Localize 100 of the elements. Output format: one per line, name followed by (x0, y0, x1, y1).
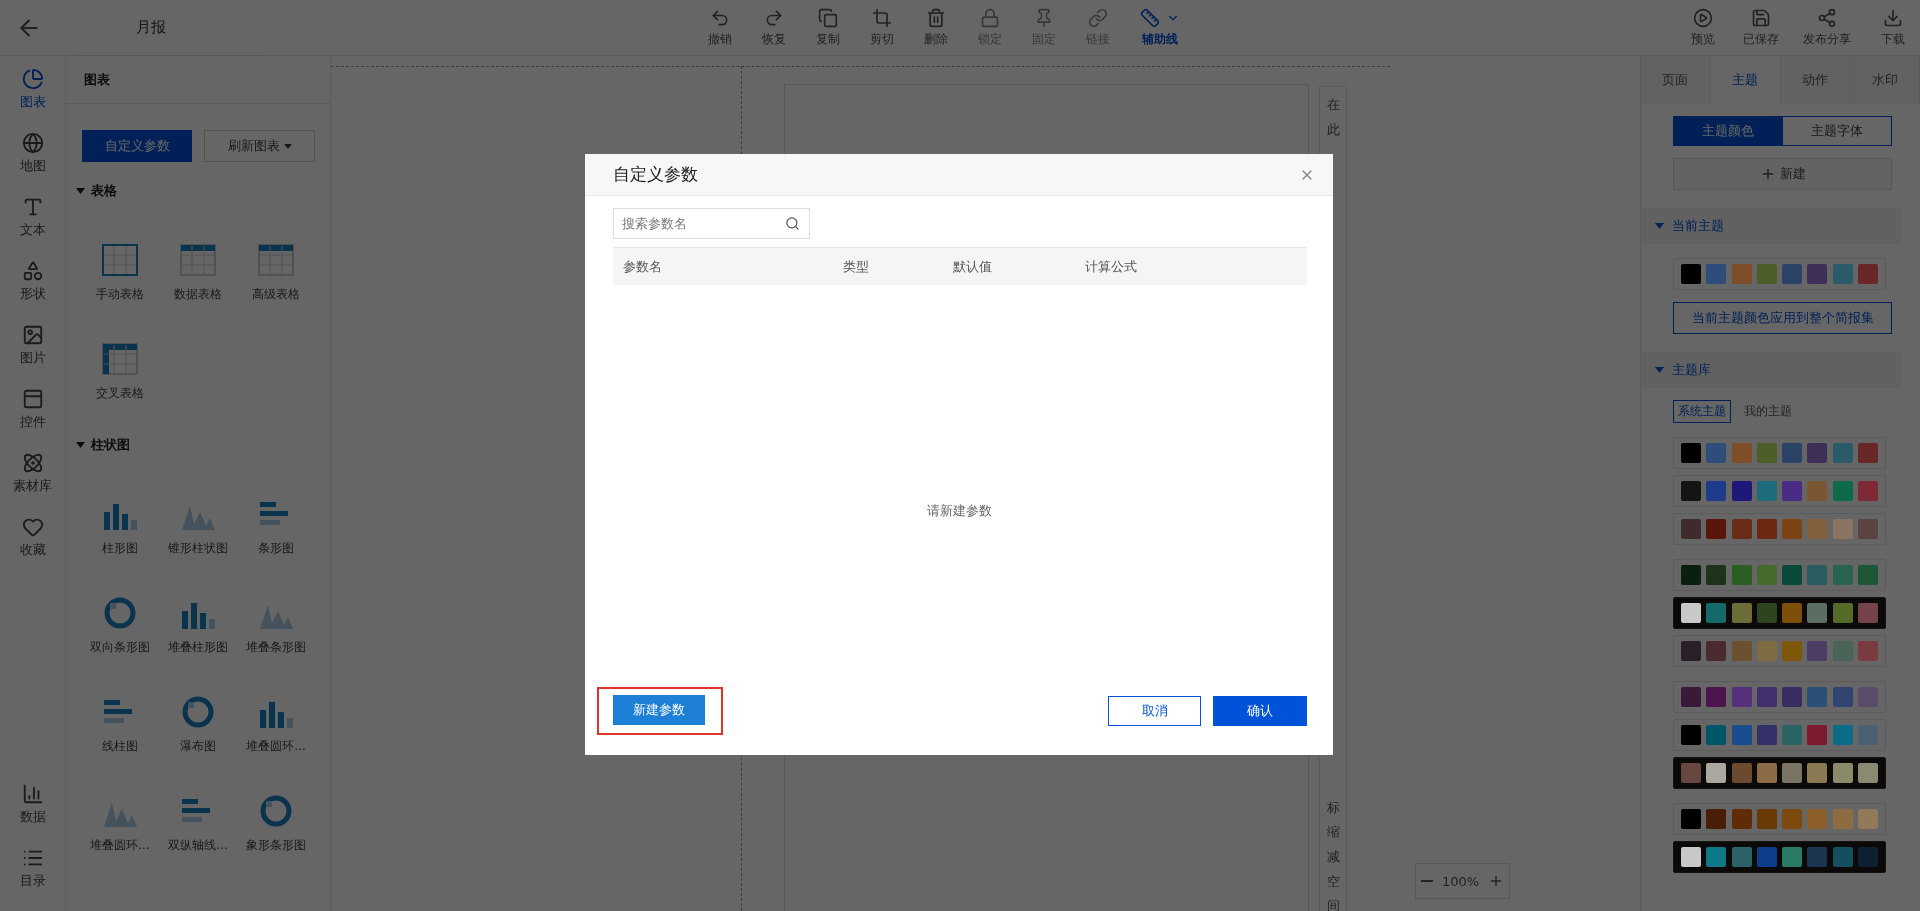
minus-icon[interactable] (1420, 880, 1433, 882)
action-button[interactable]: 下载 (1870, 7, 1916, 48)
section-header[interactable]: 柱状图 (66, 416, 330, 454)
download-icon (1883, 7, 1903, 28)
cancel-button[interactable]: 取消 (1108, 696, 1201, 726)
toolbar-button[interactable]: 撤销 (696, 7, 744, 48)
save-icon (1751, 7, 1771, 28)
sidebar-item[interactable]: 地图 (2, 132, 63, 196)
panel-tab[interactable]: 水印 (1850, 56, 1920, 104)
toolbar-button[interactable]: 删除 (912, 7, 960, 48)
chart-type-item[interactable]: 柱形图 (81, 498, 159, 557)
new-theme-button[interactable]: 新建 (1673, 158, 1892, 190)
pie-chart-icon (21, 68, 44, 90)
undo-icon (710, 7, 730, 28)
chart-type-item[interactable]: 条形图 (237, 498, 315, 557)
sidebar-item[interactable]: 图片 (2, 324, 63, 388)
column-header: 类型 (843, 257, 870, 276)
refresh-charts-button[interactable]: 刷新图表 (204, 130, 315, 162)
sidebar-item[interactable]: 图表 (2, 68, 63, 132)
globe-icon (21, 132, 44, 154)
chart-type-item[interactable]: 象形条形图 (237, 795, 315, 854)
action-button[interactable]: 已保存 (1738, 7, 1784, 48)
copy-icon (818, 7, 838, 28)
caret-icon (1655, 223, 1664, 229)
chart-thumbnail-icon (102, 597, 138, 629)
palette-row[interactable] (1673, 757, 1886, 789)
table-icon (102, 244, 138, 276)
caret-icon (283, 143, 292, 149)
report-title: 月报 (136, 17, 166, 37)
chart-type-item[interactable]: 瀑布图 (159, 696, 237, 755)
apply-theme-button[interactable]: 当前主题颜色应用到整个简报集 (1673, 302, 1892, 334)
action-button[interactable]: 发布分享 (1796, 7, 1858, 48)
panel-tab[interactable]: 动作 (1780, 56, 1851, 104)
caret-icon (76, 188, 85, 194)
link-icon (1088, 7, 1108, 28)
confirm-button[interactable]: 确认 (1213, 696, 1307, 726)
chart-type-item[interactable]: 堆叠条形图 (237, 597, 315, 656)
chart-thumbnail-icon (258, 795, 294, 827)
action-button[interactable]: 预览 (1680, 7, 1726, 48)
search-field[interactable]: 搜索参数名 (613, 208, 810, 239)
panel-tab[interactable]: 页面 (1641, 56, 1711, 104)
search-icon (785, 216, 800, 231)
column-header: 参数名 (623, 257, 663, 276)
heart-icon (21, 516, 44, 538)
share-icon (1817, 7, 1837, 28)
shapes-icon (21, 260, 44, 282)
custom-params-button[interactable]: 自定义参数 (82, 130, 192, 162)
chart-type-item[interactable]: 堆叠圆环... (81, 795, 159, 854)
sidebar-item[interactable]: 收藏 (2, 516, 63, 580)
sidebar-item[interactable]: 控件 (2, 388, 63, 452)
panel-tab[interactable]: 主题 (1710, 56, 1781, 104)
new-parameter-button[interactable]: 新建参数 (613, 695, 705, 725)
ruler-icon (1140, 7, 1160, 28)
sidebar-item[interactable]: 数据 (2, 783, 63, 847)
chart-type-item[interactable]: 高级表格 (237, 244, 315, 303)
chart-type-item[interactable]: 堆叠圆环... (237, 696, 315, 755)
theme-tab[interactable]: 我的主题 (1739, 400, 1797, 423)
theme-tab[interactable]: 系统主题 (1673, 400, 1731, 423)
chart-type-item[interactable]: 数据表格 (159, 244, 237, 303)
chart-type-item[interactable]: 线柱图 (81, 696, 159, 755)
lock-icon (980, 7, 1000, 28)
chart-type-item[interactable]: 堆叠柱形图 (159, 597, 237, 656)
section-header[interactable]: 当前主题 (1641, 208, 1901, 244)
chart-type-item[interactable]: 手动表格 (81, 244, 159, 303)
empty-message: 请新建参数 (926, 502, 992, 520)
section-header[interactable]: 主题库 (1641, 352, 1901, 388)
column-header: 默认值 (953, 257, 993, 276)
chart-type-item[interactable]: 双纵轴线... (159, 795, 237, 854)
sidebar-item[interactable]: 目录 (2, 847, 63, 911)
play-icon (1693, 7, 1713, 28)
dialog-title: 自定义参数 (613, 163, 698, 186)
trash-icon (926, 7, 946, 28)
section-header[interactable]: 表格 (66, 162, 330, 200)
chart-type-item[interactable]: 交叉表格 (81, 343, 159, 402)
toolbar-button[interactable]: 辅助线 (1128, 7, 1192, 48)
atom-icon (21, 452, 44, 474)
zoom-level: 100% (1441, 873, 1480, 889)
palette-row[interactable] (1673, 841, 1886, 873)
bar-chart-icon (21, 783, 44, 805)
toolbar-button[interactable]: 剪切 (858, 7, 906, 48)
sidebar-item[interactable]: 形状 (2, 260, 63, 324)
vertical-hint-text: 在此 (1326, 96, 1340, 139)
chart-type-item[interactable]: 双向条形图 (81, 597, 159, 656)
column-header: 计算公式 (1085, 257, 1138, 276)
crop-icon (872, 7, 892, 28)
redo-icon (764, 7, 784, 28)
caret-icon (76, 442, 85, 448)
caret-icon (1655, 367, 1664, 373)
toolbar-button[interactable]: 复制 (804, 7, 852, 48)
chart-type-item[interactable]: 锥形柱状图 (159, 498, 237, 557)
sidebar-item[interactable]: 素材库 (2, 452, 63, 516)
table-icon (102, 343, 138, 375)
pin-icon (1034, 7, 1054, 28)
segment-tab[interactable]: 主题颜色 (1674, 117, 1783, 145)
chart-thumbnail-icon (180, 696, 216, 728)
sidebar-item[interactable]: 文本 (2, 196, 63, 260)
toolbar-button[interactable]: 恢复 (750, 7, 798, 48)
palette-row[interactable] (1673, 597, 1886, 629)
image-icon (21, 324, 44, 346)
table-icon (180, 244, 216, 276)
